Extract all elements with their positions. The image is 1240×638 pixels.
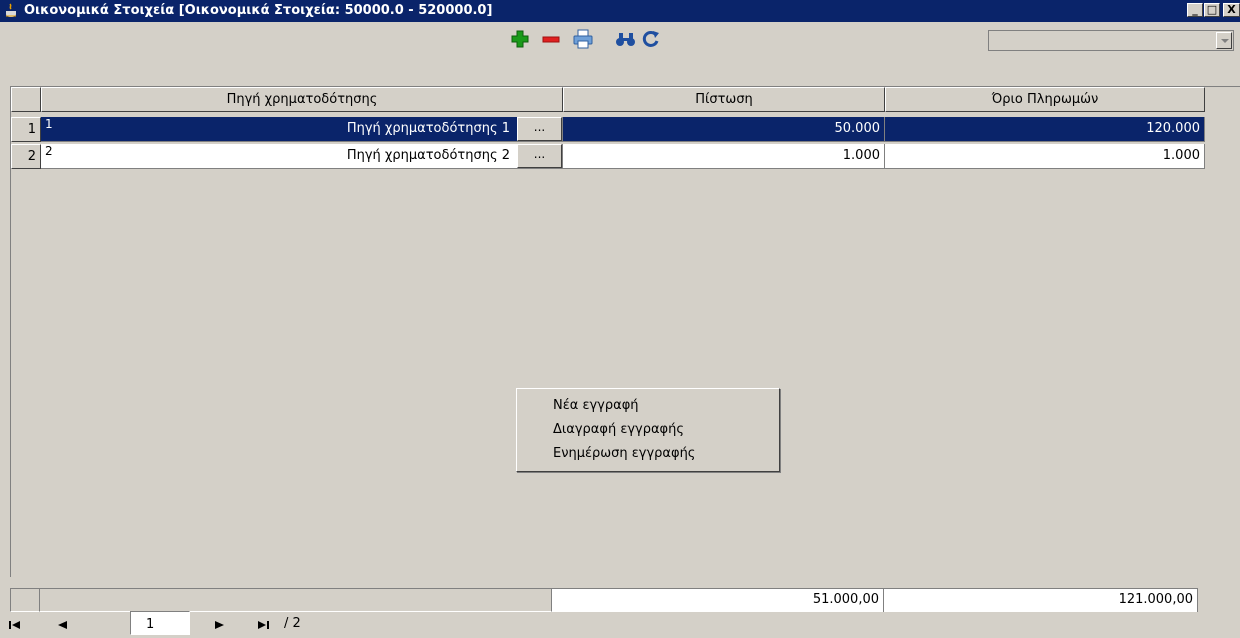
table-row[interactable]: 1 Πηγή χρηματοδότησης 1 ... bbox=[41, 117, 563, 142]
page-number-input[interactable]: 1 bbox=[130, 611, 190, 635]
last-page-button[interactable] bbox=[256, 619, 270, 634]
totals-row: 51.000,00 121.000,00 bbox=[10, 588, 1240, 612]
column-header-funding-source[interactable]: Πηγή χρηματοδότησης bbox=[41, 87, 563, 112]
context-menu: Νέα εγγραφή Διαγραφή εγγραφής Ενημέρωση … bbox=[516, 388, 780, 472]
table-row[interactable]: 2 Πηγή χρηματοδότησης 2 ... bbox=[41, 144, 563, 169]
total-credit: 51.000,00 bbox=[552, 588, 884, 612]
window-title: Οικονομικά Στοιχεία [Οικονομικά Στοιχεία… bbox=[24, 3, 493, 18]
next-page-button[interactable] bbox=[213, 619, 227, 634]
column-header-payment-limit[interactable]: Όριο Πληρωμών bbox=[885, 87, 1205, 112]
menu-item-new-record[interactable]: Νέα εγγραφή bbox=[553, 398, 639, 413]
add-icon[interactable] bbox=[509, 28, 531, 50]
refresh-icon[interactable] bbox=[640, 28, 662, 50]
total-pages-label: / 2 bbox=[284, 616, 301, 631]
find-icon[interactable] bbox=[615, 28, 637, 50]
next-page-icon bbox=[215, 621, 224, 629]
payment-limit-cell[interactable]: 1.000 bbox=[885, 144, 1205, 169]
funding-name: Πηγή χρηματοδότησης 1 bbox=[346, 121, 510, 136]
total-payment-limit: 121.000,00 bbox=[884, 588, 1198, 612]
funding-name: Πηγή χρηματοδότησης 2 bbox=[346, 148, 510, 163]
credit-cell[interactable]: 50.000 bbox=[563, 117, 885, 142]
funding-code: 1 bbox=[45, 117, 53, 131]
credit-cell[interactable]: 1.000 bbox=[563, 144, 885, 169]
filter-combo[interactable] bbox=[988, 30, 1234, 51]
totals-row-header bbox=[10, 588, 40, 612]
last-page-icon bbox=[258, 621, 269, 629]
maximize-button[interactable]: □ bbox=[1204, 3, 1220, 17]
prev-page-button[interactable] bbox=[55, 619, 69, 634]
close-button[interactable]: X bbox=[1223, 3, 1240, 17]
prev-page-icon bbox=[58, 621, 67, 629]
funding-code: 2 bbox=[45, 144, 53, 158]
row-number[interactable]: 2 bbox=[11, 144, 41, 169]
lookup-button[interactable]: ... bbox=[517, 144, 562, 168]
minimize-button[interactable]: _ bbox=[1187, 3, 1203, 17]
totals-empty-cell bbox=[40, 588, 552, 612]
first-page-icon bbox=[9, 621, 20, 629]
menu-item-delete-record[interactable]: Διαγραφή εγγραφής bbox=[553, 422, 684, 437]
column-header-credit[interactable]: Πίστωση bbox=[563, 87, 885, 112]
first-page-button[interactable] bbox=[8, 619, 22, 634]
data-table: Πηγή χρηματοδότησης Πίστωση Όριο Πληρωμώ… bbox=[10, 86, 1240, 577]
payment-limit-cell[interactable]: 120.000 bbox=[885, 117, 1205, 142]
java-cup-icon bbox=[6, 3, 16, 17]
lookup-button[interactable]: ... bbox=[517, 117, 562, 141]
corner-header bbox=[11, 87, 41, 112]
chevron-down-icon[interactable] bbox=[1216, 32, 1232, 49]
title-bar[interactable]: Οικονομικά Στοιχεία [Οικονομικά Στοιχεία… bbox=[0, 0, 1240, 22]
row-number[interactable]: 1 bbox=[11, 117, 41, 142]
remove-icon[interactable] bbox=[540, 28, 562, 50]
menu-item-update-record[interactable]: Ενημέρωση εγγραφής bbox=[553, 446, 695, 461]
print-icon[interactable] bbox=[572, 28, 594, 50]
